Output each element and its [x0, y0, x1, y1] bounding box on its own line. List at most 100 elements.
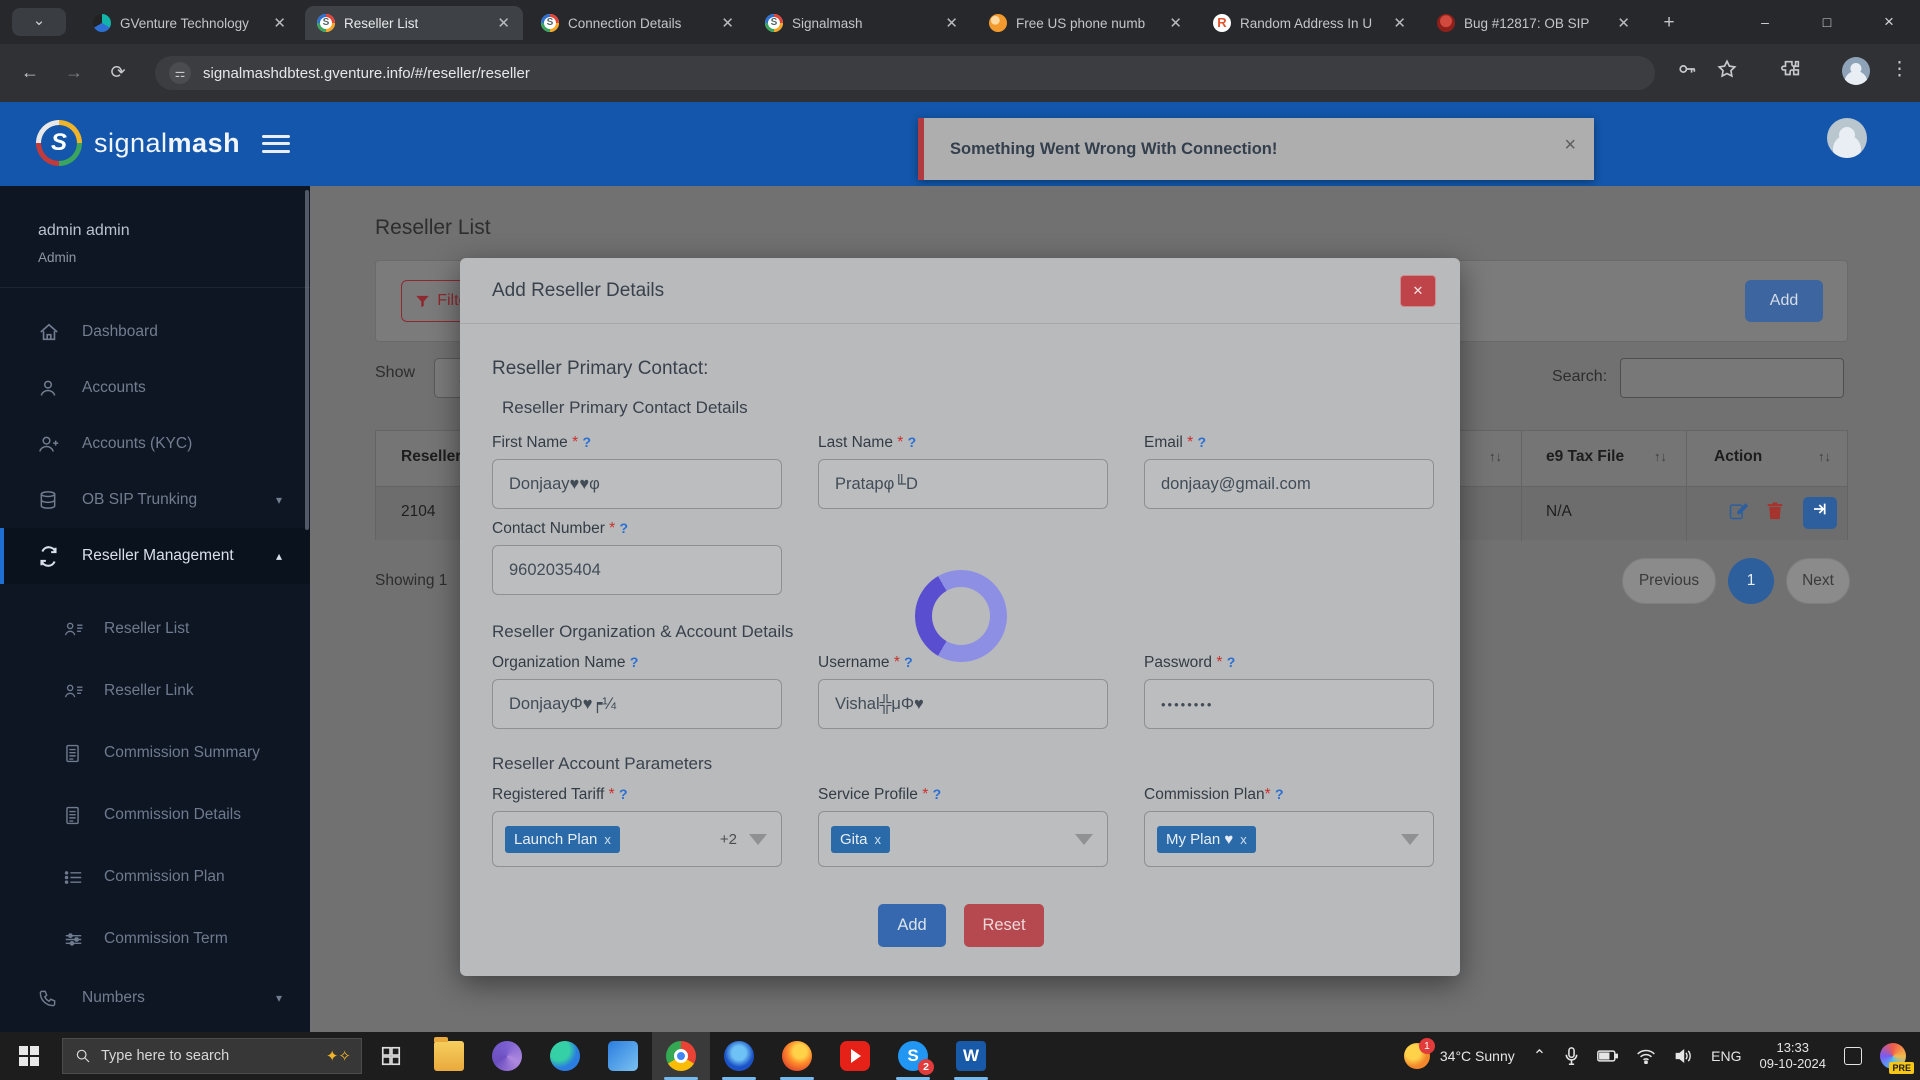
site-info-icon[interactable]: ⚎	[169, 62, 191, 84]
clock[interactable]: 13:33 09-10-2024	[1760, 1040, 1827, 1072]
organization-name-input[interactable]: DonjaayΦ♥┍¼	[492, 679, 782, 729]
taskbar-loop-app[interactable]	[478, 1032, 536, 1080]
modal-close-button[interactable]: ✕	[1400, 275, 1436, 307]
last-name-input[interactable]: Pratapφ╙D	[818, 459, 1108, 509]
col-reseller[interactable]: Reseller	[401, 448, 461, 466]
help-icon[interactable]: ?	[933, 786, 942, 802]
sidebar-item-accounts-kyc[interactable]: Accounts (KYC)	[0, 416, 310, 472]
tag-remove-icon[interactable]: x	[875, 832, 882, 847]
tab-signalmash[interactable]: Signalmash ✕	[753, 6, 971, 40]
back-button[interactable]: ←	[14, 57, 46, 89]
pagination-next-button[interactable]: Next	[1786, 558, 1850, 604]
task-view-button[interactable]	[362, 1032, 420, 1080]
help-icon[interactable]: ?	[1275, 786, 1284, 802]
copilot-icon[interactable]: PRE	[1880, 1043, 1906, 1069]
tab-close-icon[interactable]: ✕	[270, 14, 289, 32]
taskbar-firefox[interactable]	[768, 1032, 826, 1080]
user-avatar[interactable]	[1827, 118, 1867, 158]
notification-center-icon[interactable]	[1844, 1047, 1862, 1065]
sidebar-item-ob-sip-trunking[interactable]: OB SIP Trunking ▾	[0, 472, 310, 528]
impersonate-login-button[interactable]	[1803, 497, 1837, 529]
sidebar-subitem-commission-details[interactable]: Commission Details	[0, 784, 310, 846]
window-close-button[interactable]: ×	[1858, 0, 1920, 44]
reload-button[interactable]: ⟳	[102, 57, 134, 89]
tab-close-icon[interactable]: ✕	[1614, 14, 1633, 32]
search-input[interactable]	[1620, 358, 1844, 398]
taskbar-blue-app[interactable]	[710, 1032, 768, 1080]
tab-close-icon[interactable]: ✕	[942, 14, 961, 32]
sidebar-subitem-commission-term[interactable]: Commission Term	[0, 908, 310, 970]
help-icon[interactable]: ?	[1227, 654, 1236, 670]
new-tab-button[interactable]: +	[1655, 10, 1683, 38]
tray-chevron-up-icon[interactable]: ⌃	[1533, 1046, 1546, 1066]
tab-connection-details[interactable]: Connection Details ✕	[529, 6, 747, 40]
taskbar-file-explorer[interactable]	[420, 1032, 478, 1080]
sidebar-item-accounts[interactable]: Accounts	[0, 360, 310, 416]
sort-icon[interactable]: ↑↓	[1654, 449, 1667, 464]
wifi-icon[interactable]	[1636, 1049, 1656, 1064]
contact-number-input[interactable]: 9602035404	[492, 545, 782, 595]
first-name-input[interactable]: Donjaay♥♥φ	[492, 459, 782, 509]
help-icon[interactable]: ?	[1197, 434, 1206, 450]
window-maximize-button[interactable]: □	[1796, 0, 1858, 44]
service-profile-select[interactable]: Gitax	[818, 811, 1108, 867]
battery-icon[interactable]	[1597, 1049, 1618, 1063]
help-icon[interactable]: ?	[620, 520, 629, 536]
microphone-icon[interactable]	[1564, 1047, 1579, 1066]
browser-profile-avatar[interactable]	[1842, 57, 1870, 85]
password-manager-icon[interactable]	[1676, 58, 1698, 85]
extensions-puzzle-icon[interactable]	[1780, 58, 1802, 85]
modal-add-button[interactable]: Add	[878, 904, 946, 947]
sidebar-subitem-reseller-link[interactable]: Reseller Link	[0, 660, 310, 722]
sidebar-toggle-hamburger-icon[interactable]	[262, 130, 290, 152]
tab-close-icon[interactable]: ✕	[1390, 14, 1409, 32]
window-minimize-button[interactable]: –	[1734, 0, 1796, 44]
col-e9-tax-file[interactable]: e9 Tax File	[1546, 448, 1624, 466]
address-bar[interactable]: ⚎ signalmashdbtest.gventure.info/#/resel…	[155, 56, 1655, 90]
tab-gventure[interactable]: GVenture Technology ✕	[81, 6, 299, 40]
sidebar-subitem-reseller-list[interactable]: Reseller List	[0, 598, 310, 660]
tab-close-icon[interactable]: ✕	[494, 14, 513, 32]
forward-button[interactable]: →	[58, 57, 90, 89]
sort-icon[interactable]: ↑↓	[1489, 449, 1502, 464]
browser-menu-kebab-icon[interactable]: ⋮	[1890, 58, 1909, 81]
speaker-icon[interactable]	[1674, 1048, 1693, 1064]
tab-overflow-button[interactable]: ⌄	[12, 8, 66, 36]
tag-remove-icon[interactable]: x	[1240, 832, 1247, 847]
taskbar-photos-app[interactable]	[594, 1032, 652, 1080]
help-icon[interactable]: ?	[908, 434, 917, 450]
sidebar-subitem-commission-summary[interactable]: Commission Summary	[0, 722, 310, 784]
pagination-page-1[interactable]: 1	[1728, 558, 1774, 604]
sort-icon[interactable]: ↑↓	[1818, 449, 1831, 464]
sidebar-item-reseller-management[interactable]: Reseller Management ▴	[0, 528, 310, 584]
tag-remove-icon[interactable]: x	[604, 832, 611, 847]
signalmash-logo[interactable]: signalmash	[36, 120, 240, 166]
help-icon[interactable]: ?	[619, 786, 628, 802]
taskbar-youtube[interactable]	[826, 1032, 884, 1080]
taskbar-chrome[interactable]	[652, 1032, 710, 1080]
taskbar-skype[interactable]: S2	[884, 1032, 942, 1080]
bookmark-star-icon[interactable]	[1716, 58, 1738, 85]
toast-close-icon[interactable]: ×	[1564, 134, 1576, 157]
registered-tariff-select[interactable]: Launch Planx +2	[492, 811, 782, 867]
modal-reset-button[interactable]: Reset	[964, 904, 1044, 947]
taskbar-edge[interactable]	[536, 1032, 594, 1080]
language-indicator[interactable]: ENG	[1711, 1048, 1741, 1064]
tab-close-icon[interactable]: ✕	[1166, 14, 1185, 32]
taskbar-word[interactable]: W	[942, 1032, 1000, 1080]
add-reseller-open-button[interactable]: Add	[1745, 280, 1823, 322]
sidebar-scrollbar[interactable]	[305, 190, 309, 530]
tab-close-icon[interactable]: ✕	[718, 14, 737, 32]
taskbar-search-input[interactable]: Type here to search ✦✧	[62, 1038, 362, 1074]
tab-bug-12817[interactable]: Bug #12817: OB SIP ✕	[1425, 6, 1643, 40]
help-icon[interactable]: ?	[582, 434, 591, 450]
edit-pencil-icon[interactable]	[1728, 501, 1748, 526]
commission-plan-select[interactable]: My Plan ♥x	[1144, 811, 1434, 867]
pagination-previous-button[interactable]: Previous	[1622, 558, 1716, 604]
password-input[interactable]: ••••••••	[1144, 679, 1434, 729]
help-icon[interactable]: ?	[630, 654, 639, 670]
sidebar-subitem-commission-plan[interactable]: Commission Plan	[0, 846, 310, 908]
email-input[interactable]: donjaay@gmail.com	[1144, 459, 1434, 509]
weather-widget[interactable]: 1 34°C Sunny	[1404, 1043, 1515, 1069]
col-action[interactable]: Action	[1714, 448, 1762, 466]
